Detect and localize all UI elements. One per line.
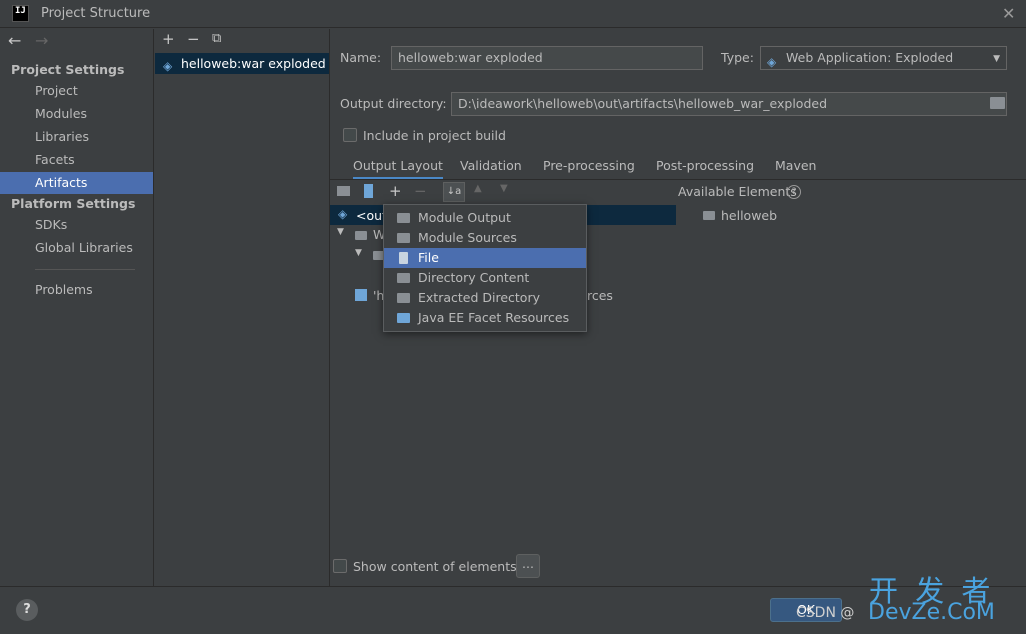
intellij-logo-icon: IJ <box>12 5 29 22</box>
module-sources-icon <box>397 233 410 243</box>
window-title: Project Structure <box>41 6 151 21</box>
facet-resources-icon <box>397 313 410 323</box>
include-in-build-checkbox[interactable] <box>343 128 357 142</box>
menu-item-file[interactable]: File <box>384 248 586 268</box>
tab-maven[interactable]: Maven <box>775 158 816 180</box>
artifacts-panel: + − ⧉ ◈ helloweb:war exploded <box>155 29 330 586</box>
chevron-down-icon[interactable]: ▼ <box>355 248 362 258</box>
web-artifact-icon: ◈ <box>338 207 348 221</box>
close-icon[interactable]: ✕ <box>1002 4 1015 23</box>
menu-item-module-sources[interactable]: Module Sources <box>384 228 586 248</box>
platform-settings-heading: Platform Settings <box>11 196 136 211</box>
artifact-list-item[interactable]: ◈ helloweb:war exploded <box>155 53 329 74</box>
tabs-divider <box>330 179 1026 180</box>
file-icon <box>399 252 408 264</box>
facet-resources-icon <box>355 289 367 301</box>
forward-arrow-icon[interactable]: → <box>35 31 48 50</box>
name-input[interactable]: helloweb:war exploded <box>391 46 703 70</box>
show-content-label: Show content of elements <box>353 559 517 574</box>
remove-icon[interactable]: − <box>187 30 200 48</box>
show-content-checkbox[interactable] <box>333 559 347 573</box>
menu-item-label: Module Output <box>418 210 511 225</box>
site-watermark-sub: DevZe.CoM <box>868 600 995 625</box>
type-select-value: Web Application: Exploded <box>786 50 954 65</box>
output-directory-input[interactable]: D:\ideawork\helloweb\out\artifacts\hello… <box>451 92 1007 116</box>
menu-item-label: Directory Content <box>418 270 530 285</box>
menu-item-directory-content[interactable]: Directory Content <box>384 268 586 288</box>
directory-content-icon <box>397 273 410 283</box>
tab-output-layout[interactable]: Output Layout <box>353 158 443 180</box>
menu-item-java-ee-facet-resources[interactable]: Java EE Facet Resources <box>384 308 586 328</box>
sidebar-item-facets[interactable]: Facets <box>0 149 153 171</box>
menu-item-label: File <box>418 250 439 265</box>
menu-item-extracted-directory[interactable]: Extracted Directory <box>384 288 586 308</box>
chevron-down-icon[interactable]: ▼ <box>337 227 344 237</box>
output-directory-label: Output directory: <box>340 96 447 111</box>
available-element-item[interactable]: helloweb <box>721 208 777 223</box>
tab-pre-processing[interactable]: Pre-processing <box>543 158 635 180</box>
chevron-down-icon: ▼ <box>993 54 1000 64</box>
sidebar-item-libraries[interactable]: Libraries <box>0 126 153 148</box>
artifact-list-item-label: helloweb:war exploded <box>181 56 326 71</box>
sidebar-item-sdks[interactable]: SDKs <box>0 214 153 236</box>
menu-item-label: Java EE Facet Resources <box>418 310 570 325</box>
type-select[interactable]: ◈ Web Application: Exploded ▼ <box>760 46 1007 70</box>
name-label: Name: <box>340 50 382 65</box>
tab-validation[interactable]: Validation <box>460 158 522 180</box>
sidebar-item-modules[interactable]: Modules <box>0 103 153 125</box>
include-in-build-label: Include in project build <box>363 128 506 143</box>
copy-icon[interactable]: ⧉ <box>212 31 221 46</box>
settings-sidebar: ← → Project Settings Project Modules Lib… <box>0 29 154 586</box>
title-bar: IJ Project Structure ✕ <box>0 0 1026 28</box>
menu-item-label: Module Sources <box>418 230 517 245</box>
extracted-directory-icon <box>397 293 410 303</box>
menu-item-module-output[interactable]: Module Output <box>384 208 586 228</box>
type-label: Type: <box>721 50 754 65</box>
available-elements-label: Available Elements <box>678 184 797 199</box>
web-artifact-icon: ◈ <box>163 59 173 73</box>
module-output-icon <box>397 213 410 223</box>
menu-item-label: Extracted Directory <box>418 290 540 305</box>
sidebar-item-problems[interactable]: Problems <box>0 279 153 301</box>
sidebar-divider <box>35 269 135 270</box>
module-folder-icon <box>703 211 715 220</box>
help-icon[interactable]: ? <box>787 185 801 199</box>
folder-icon <box>355 231 367 240</box>
tab-post-processing[interactable]: Post-processing <box>656 158 754 180</box>
sidebar-item-artifacts[interactable]: Artifacts <box>0 172 153 194</box>
add-icon[interactable]: + <box>162 30 175 48</box>
help-button[interactable]: ? <box>16 599 38 621</box>
back-arrow-icon[interactable]: ← <box>8 31 21 50</box>
tree-row-label: rces <box>587 288 613 303</box>
folder-browse-icon[interactable] <box>990 97 1005 109</box>
sidebar-item-project[interactable]: Project <box>0 80 153 102</box>
csdn-watermark: CSDN @ <box>796 605 855 621</box>
add-element-popup: Module Output Module Sources File Direct… <box>383 204 587 332</box>
project-settings-heading: Project Settings <box>11 62 125 77</box>
sidebar-item-global-libraries[interactable]: Global Libraries <box>0 237 153 259</box>
more-options-button[interactable]: ... <box>516 554 540 578</box>
web-artifact-icon: ◈ <box>767 55 777 69</box>
